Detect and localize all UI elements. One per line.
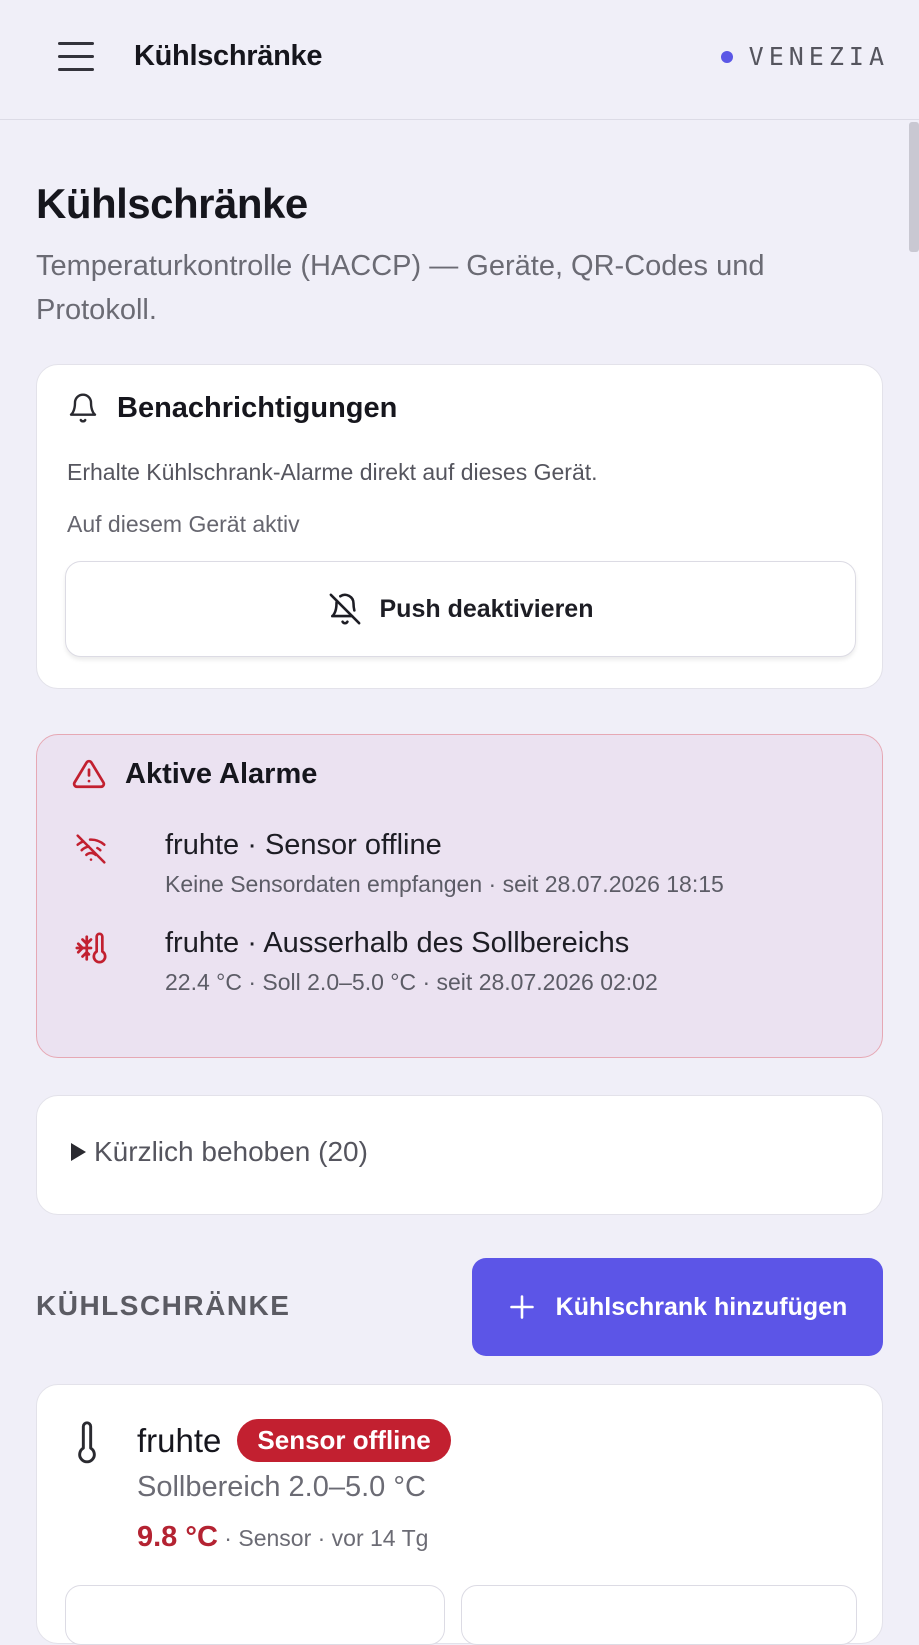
scrollbar[interactable] xyxy=(909,122,919,252)
bell-icon xyxy=(69,393,97,423)
recently-resolved-label: Kürzlich behoben (20) xyxy=(94,1136,368,1167)
fridge-header: fruhte Sensor offline xyxy=(137,1419,451,1462)
notifications-description: Erhalte Kühlschrank-Alarme direkt auf di… xyxy=(67,459,598,485)
app-bar-title: Kühlschränke xyxy=(134,40,323,72)
alarm-detail: 22.4 °C · Soll 2.0–5.0 °C · seit 28.07.2… xyxy=(165,969,658,995)
alarm-issue: Ausserhalb des Sollbereichs xyxy=(263,927,630,959)
bell-off-icon xyxy=(329,593,360,625)
fridge-action-button[interactable] xyxy=(461,1585,857,1645)
fridge-card[interactable]: fruhte Sensor offline Sollbereich 2.0–5.… xyxy=(36,1384,883,1645)
fridge-reading-meta: · Sensor · vor 14 Tg xyxy=(217,1525,429,1551)
location-name: VENEZIA xyxy=(748,42,889,71)
alarm-device: fruhte xyxy=(165,927,240,959)
push-disable-button[interactable]: Push deaktivieren xyxy=(65,561,856,657)
add-fridge-label: Kühlschrank hinzufügen xyxy=(555,1292,848,1321)
page-subtitle: Temperaturkontrolle (HACCP) — Geräte, QR… xyxy=(36,250,765,326)
status-dot-icon xyxy=(720,50,733,63)
notifications-title: Benachrichtigungen xyxy=(117,391,398,424)
wifi-off-icon xyxy=(76,834,106,864)
disclosure-triangle-icon xyxy=(71,1143,86,1161)
alarms-title: Aktive Alarme xyxy=(125,757,318,790)
push-disable-label: Push deaktivieren xyxy=(379,594,594,623)
thermometer-snowflake-icon xyxy=(75,932,107,964)
recently-resolved-summary[interactable]: Kürzlich behoben (20) xyxy=(71,1136,368,1168)
hamburger-menu-icon[interactable] xyxy=(58,42,94,72)
fridge-temperature: 9.8 °C xyxy=(137,1521,218,1553)
active-alarms-card: Aktive Alarme fruhte · Sensor offline Ke… xyxy=(36,734,883,1058)
alarm-separator: · xyxy=(239,927,264,959)
alarm-detail: Keine Sensordaten empfangen · seit 28.07… xyxy=(165,871,724,897)
notifications-card: Benachrichtigungen Erhalte Kühlschrank-A… xyxy=(36,364,883,689)
alarm-title: fruhte · Ausserhalb des Sollbereichs xyxy=(165,927,629,960)
status-badge: Sensor offline xyxy=(237,1419,451,1462)
fridge-name: fruhte xyxy=(137,1421,222,1459)
thermometer-icon xyxy=(78,1421,96,1464)
location-indicator[interactable]: VENEZIA xyxy=(720,42,889,71)
notifications-header: Benachrichtigungen xyxy=(67,391,397,425)
notifications-status: Auf diesem Gerät aktiv xyxy=(67,511,300,537)
recently-resolved-toggle[interactable]: Kürzlich behoben (20) xyxy=(36,1095,883,1215)
alarm-title: fruhte · Sensor offline xyxy=(165,829,442,862)
fridge-target-range: Sollbereich 2.0–5.0 °C xyxy=(137,1471,426,1503)
alarm-separator: · xyxy=(239,829,265,861)
alarm-device: fruhte xyxy=(165,829,240,861)
page-title: Kühlschränke xyxy=(36,180,308,227)
plus-icon xyxy=(509,1295,534,1319)
alarms-header: Aktive Alarme xyxy=(71,757,317,791)
top-bar: Kühlschränke VENEZIA xyxy=(0,0,919,120)
alarm-issue: Sensor offline xyxy=(264,829,442,861)
fridge-reading: 9.8 °C · Sensor · vor 14 Tg xyxy=(137,1521,428,1554)
fridge-action-button[interactable] xyxy=(65,1585,445,1645)
add-fridge-button[interactable]: Kühlschrank hinzufügen xyxy=(472,1258,883,1356)
fridges-section-label: KÜHLSCHRÄNKE xyxy=(36,1290,291,1321)
warning-triangle-icon xyxy=(72,759,106,789)
